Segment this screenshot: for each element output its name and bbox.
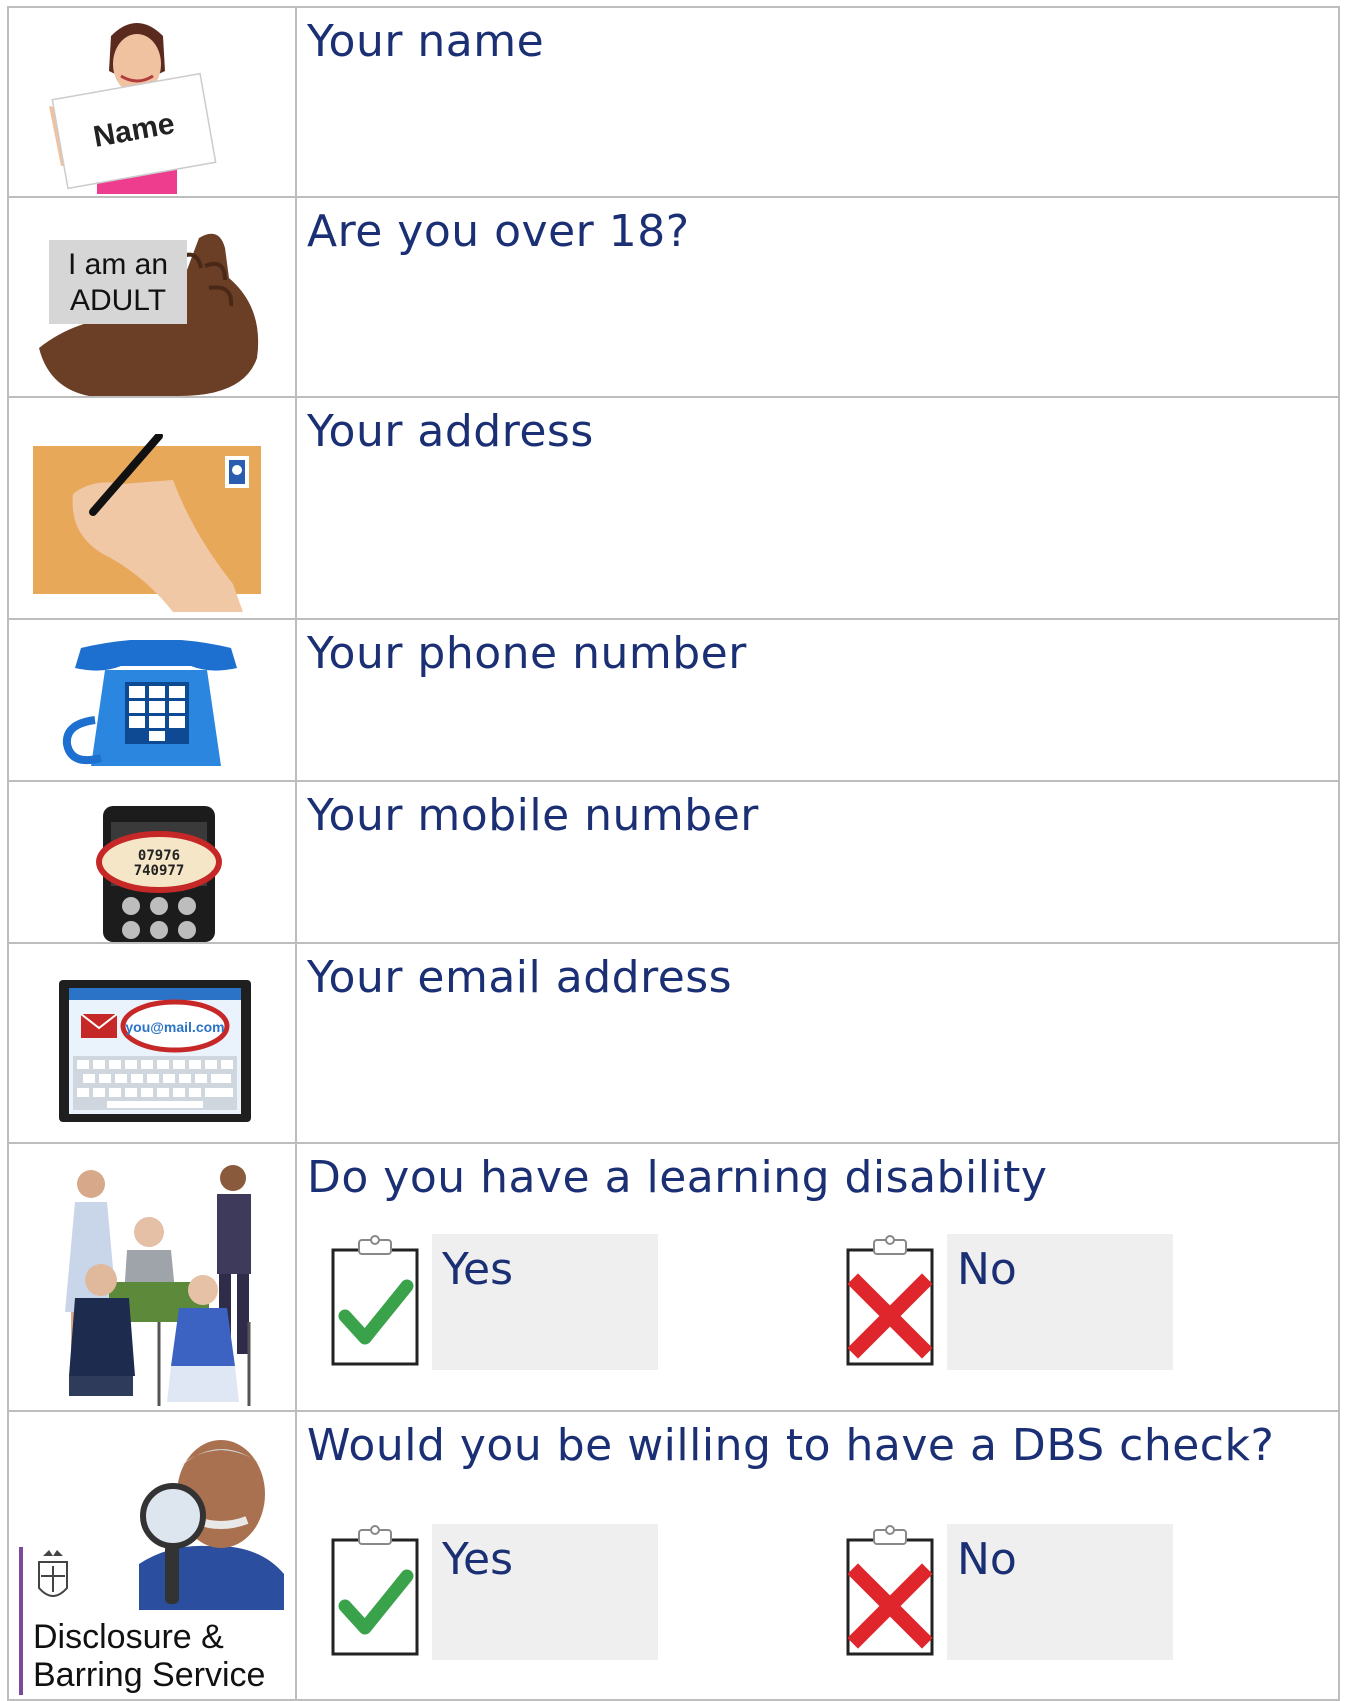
image-cell: [7, 1142, 297, 1412]
no-answer-box[interactable]: No: [947, 1524, 1173, 1660]
dbs-logo-text: Disclosure & Barring Service: [33, 1618, 265, 1694]
answer-cell[interactable]: Your phone number: [295, 618, 1340, 782]
group-of-people-icon: [65, 1165, 251, 1406]
yes-answer-box[interactable]: Yes: [432, 1524, 658, 1660]
form-row-learning-disability: Do you have a learning disability Yes No: [7, 1142, 1340, 1412]
form-row-over-18: I am an ADULT Are you over 18?: [7, 196, 1340, 398]
tablet-email-icon: you@mail.com: [59, 980, 251, 1122]
form-row-phone: Your phone number: [7, 618, 1340, 782]
adult-card-line1: I am an: [68, 248, 168, 281]
image-cell: Disclosure & Barring Service: [7, 1410, 297, 1701]
mobile-number-line2: 740977: [134, 863, 185, 879]
answer-cell[interactable]: Your email address: [295, 942, 1340, 1144]
mobile-number-line1: 07976: [138, 848, 180, 864]
question-label: Are you over 18?: [307, 206, 690, 257]
image-cell: you@mail.com: [7, 942, 297, 1144]
hand-holding-adult-card-icon: I am an ADULT: [39, 233, 259, 396]
image-cell: 07976 740977: [7, 780, 297, 944]
answer-cell[interactable]: Your mobile number: [295, 780, 1340, 944]
no-label: No: [957, 1244, 1017, 1295]
question-label: Your name: [307, 16, 545, 67]
hand-writing-envelope-icon: [33, 434, 261, 612]
dbs-logo-line2: Barring Service: [33, 1656, 266, 1694]
form-row-mobile: 07976 740977 Your mobile number: [7, 780, 1340, 944]
yes-label: Yes: [442, 1244, 514, 1295]
question-label: Your address: [307, 406, 594, 457]
mobile-phone-icon: 07976 740977: [96, 806, 222, 942]
question-label: Do you have a learning disability: [307, 1152, 1048, 1203]
answer-cell[interactable]: Are you over 18?: [295, 196, 1340, 398]
form-table: Name Your name I am an ADULT Are you ove…: [7, 6, 1340, 1701]
clipboard-tick-icon: [331, 1525, 419, 1656]
yes-answer-box[interactable]: Yes: [432, 1234, 658, 1370]
image-cell: Name: [7, 6, 297, 198]
answer-cell[interactable]: Your name: [295, 6, 1340, 198]
form-row-email: you@mail.com Your email address: [7, 942, 1340, 1144]
image-cell: I am an ADULT: [7, 196, 297, 398]
crest-icon: [38, 1550, 68, 1597]
answer-cell: Do you have a learning disability Yes No: [295, 1142, 1340, 1412]
question-label: Would you be willing to have a DBS check…: [307, 1420, 1275, 1471]
answer-cell[interactable]: Your address: [295, 396, 1340, 620]
question-label: Your phone number: [307, 628, 747, 679]
form-row-address: Your address: [7, 396, 1340, 620]
question-label: Your email address: [307, 952, 733, 1003]
dbs-logo-line1: Disclosure &: [33, 1618, 224, 1656]
no-label: No: [957, 1534, 1017, 1585]
image-cell: [7, 396, 297, 620]
form-row-name: Name Your name: [7, 6, 1340, 198]
person-holding-name-card-icon: Name: [49, 23, 217, 194]
yes-label: Yes: [442, 1534, 514, 1585]
clipboard-tick-icon: [331, 1235, 419, 1366]
answer-cell: Would you be willing to have a DBS check…: [295, 1410, 1340, 1701]
logo-divider: [19, 1547, 23, 1695]
image-cell: [7, 618, 297, 782]
blue-telephone-icon: [62, 640, 237, 766]
email-text: you@mail.com: [125, 1019, 224, 1035]
no-answer-box[interactable]: No: [947, 1234, 1173, 1370]
question-label: Your mobile number: [307, 790, 759, 841]
man-with-magnifying-glass-icon: [139, 1440, 284, 1610]
clipboard-cross-icon: [846, 1235, 934, 1366]
form-row-dbs-check: Disclosure & Barring Service Would you b…: [7, 1410, 1340, 1701]
adult-card-line2: ADULT: [70, 284, 166, 317]
clipboard-cross-icon: [846, 1525, 934, 1656]
